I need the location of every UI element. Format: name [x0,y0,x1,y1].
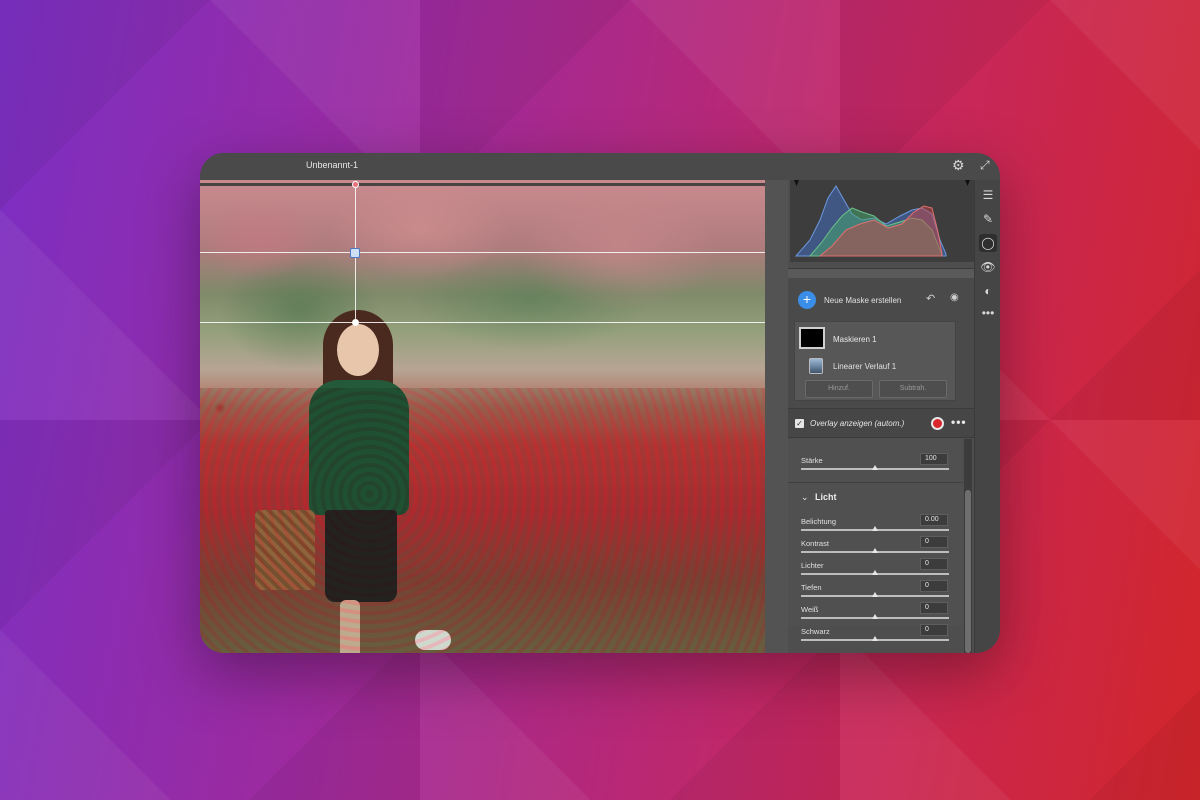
subject-skirt [325,510,397,602]
gradient-rotate-handle[interactable] [352,181,359,188]
gradient-end-handle[interactable] [352,319,359,326]
titlebar: Unbenannt-1 ⚙ ⤢ [200,153,1000,180]
scrollbar-thumb[interactable] [965,490,971,653]
linear-gradient-icon[interactable] [809,358,823,374]
brush-icon[interactable]: ✎ [979,210,997,228]
more-options-icon[interactable]: ••• [951,415,967,429]
highlight-clip-marker[interactable] [965,180,970,186]
slider-thumb[interactable] [872,592,878,597]
gradient-end-line[interactable] [200,322,765,323]
slider-label: Lichter [801,561,824,570]
slider-thumb[interactable] [872,636,878,641]
slider-thumb[interactable] [872,526,878,531]
slider-strength: Stärke 100 [788,453,963,478]
gradient-item-label[interactable]: Linearer Verlauf 1 [833,362,896,371]
new-mask-label: Neue Maske erstellen [824,296,902,305]
add-mask-label: Hinzuf. [828,385,850,392]
app-window: Unbenannt-1 ⚙ ⤢ + Neue Maske erstellen ↶… [200,153,1000,653]
mask-icon[interactable]: ◯ [979,234,997,252]
slider-value-input[interactable]: 100 [920,453,948,465]
photo-canvas[interactable] [200,180,765,653]
slider-label: Belichtung [801,517,837,526]
subtract-mask-label: Subtrah. [899,385,927,392]
gradient-start-line[interactable] [200,252,765,253]
overlay-row: ✓ Overlay anzeigen (autom.) ••• [788,408,974,438]
mask-section: + Neue Maske erstellen ↶ ◉ Maskieren 1 L… [788,278,974,408]
histogram [790,180,974,262]
tool-strip: ☰ ✎ ◯ 👁 ◐ ••• [974,180,1000,653]
slider-thumb[interactable] [872,570,878,575]
undo-icon[interactable]: ↶ [926,292,935,305]
subtract-mask-button[interactable]: Subtrah. [879,380,947,398]
red-eye-icon[interactable]: 👁 [979,258,997,276]
slider-thumb[interactable] [872,465,878,470]
expand-icon[interactable]: ⤢ [980,158,990,173]
chevron-down-icon: ⌄ [801,492,809,502]
overlay-checkbox[interactable]: ✓ [795,419,804,428]
subject-sweater [309,380,409,515]
section-divider [788,482,963,483]
gradient-top-edge [200,183,765,186]
adjust-panel: + Neue Maske erstellen ↶ ◉ Maskieren 1 L… [788,180,974,653]
slider-value-input[interactable]: 0 [920,624,948,636]
mask-list: Maskieren 1 Linearer Verlauf 1 Hinzuf. S… [794,321,956,401]
add-mask-button[interactable]: Hinzuf. [805,380,873,398]
slider-value-input[interactable]: 0 [920,536,948,548]
slider-value-input[interactable]: 0 [920,602,948,614]
slider-thumb[interactable] [872,548,878,553]
eye-icon[interactable]: ◉ [950,292,959,303]
overlay-label: Overlay anzeigen (autom.) [810,419,905,428]
slider-label: Kontrast [801,539,829,548]
heal-icon[interactable]: ◐ [979,282,997,300]
more-tools-icon[interactable]: ••• [979,304,997,322]
document-title: Unbenannt-1 [306,160,359,170]
new-mask-button[interactable]: + [798,291,816,309]
sliders-icon[interactable]: ☰ [979,186,997,204]
overlay-color-swatch[interactable] [931,417,944,430]
slider-thumb[interactable] [872,614,878,619]
slider-value-input[interactable]: 0 [920,558,948,570]
subject-face [337,324,379,376]
slider-label: Tiefen [801,583,822,592]
adjustments-scroll: Stärke 100 ⌄ Licht Belichtung 0.00 Kontr… [788,439,963,641]
photo-subject [255,310,451,653]
subject-basket [255,510,315,590]
slider-label: Stärke [801,456,823,465]
mask-thumbnail[interactable] [799,327,825,349]
section-title: Licht [815,492,837,502]
slider-value-input[interactable]: 0.00 [920,514,948,526]
slider-label: Weiß [801,605,819,614]
section-header-licht[interactable]: ⌄ Licht [788,489,963,507]
shadow-clip-marker[interactable] [794,180,799,186]
histogram-graph [794,180,970,257]
subject-shoe [415,630,451,650]
slider-label: Schwarz [801,627,830,636]
gear-icon[interactable]: ⚙ [952,157,965,174]
slider-schwarz: Schwarz 0 [788,624,963,649]
slider-value-input[interactable]: 0 [920,580,948,592]
subject-leg [340,600,360,653]
mask-item-label[interactable]: Maskieren 1 [833,335,877,344]
gradient-center-handle[interactable] [350,248,360,258]
panel-divider [788,268,974,278]
